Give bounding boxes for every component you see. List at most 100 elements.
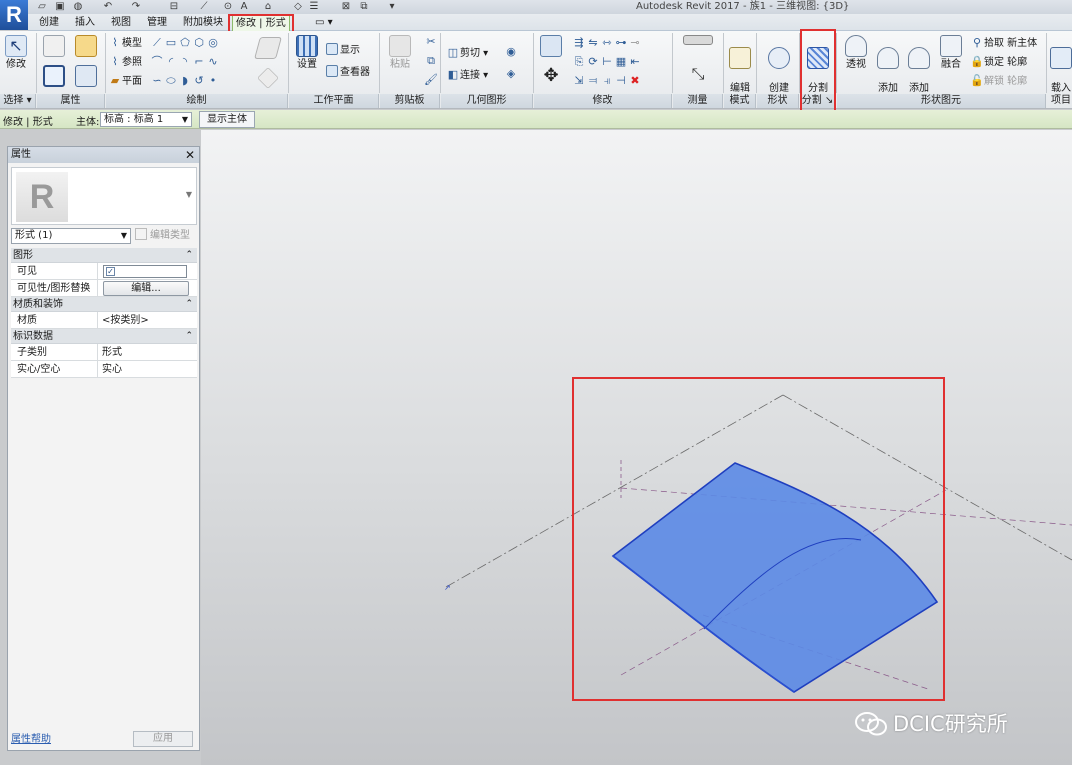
fillet-arc-icon[interactable]: ⌐ (192, 54, 206, 69)
tab-insert[interactable]: 插入 (72, 14, 98, 31)
spline-icon[interactable]: ∿ (206, 54, 220, 69)
show-host-button[interactable]: 显示主体 (199, 111, 255, 128)
redo-icon[interactable]: ↷ (130, 1, 142, 13)
close-hidden-icon[interactable]: ⊠ (340, 1, 352, 13)
tab-addins[interactable]: 附加模块 (180, 14, 226, 31)
modify-tools-row-1[interactable]: ⇶ ⇋ ⇿ ⊶ ⊸ (572, 35, 642, 50)
workplane-viewer-button[interactable]: 查看器 (326, 65, 370, 80)
match-properties-icon[interactable]: 🖌 (424, 73, 438, 86)
trim-extend-icon[interactable]: ⫤ (586, 73, 600, 88)
center-arc-icon[interactable]: ◜ (164, 54, 178, 69)
copy-icon[interactable]: ⧉ (424, 54, 438, 68)
tab-view[interactable]: 视图 (108, 14, 134, 31)
align-button[interactable] (538, 35, 564, 59)
split-element-icon[interactable]: ⊶ (614, 35, 628, 50)
family-types-button[interactable] (40, 35, 68, 63)
move-button[interactable]: ✥ (538, 65, 564, 89)
properties-button[interactable] (40, 65, 68, 93)
lock-profile-button[interactable]: 🔒锁定 轮廓 (970, 54, 1027, 69)
type-properties-button[interactable] (72, 65, 100, 93)
modify-button[interactable]: ↖ 修改 (2, 35, 30, 71)
mirror-axis-icon[interactable]: ⇋ (586, 35, 600, 50)
section-icon[interactable]: ◇ (292, 1, 304, 13)
trim-multiple-icon[interactable]: ⫣ (600, 73, 614, 88)
partial-ellipse-icon[interactable]: ◗ (178, 73, 192, 88)
load-into-project-button[interactable]: 载入 项目 (1048, 35, 1072, 107)
draw-tools-row-1[interactable]: ⟋ ▭ ⬠ ⬡ ◎ (150, 35, 220, 50)
modify-tools-row-3[interactable]: ⇲ ⫤ ⫣ ⊣ ✖ (572, 73, 642, 88)
set-workplane-button[interactable]: 设置 (293, 35, 321, 71)
mirror-draw-icon[interactable]: ⇿ (600, 35, 614, 50)
draw-tools-row-3[interactable]: ∽ ⬭ ◗ ↺ • (150, 73, 220, 88)
text-icon[interactable]: A (238, 1, 250, 13)
paint-icon[interactable]: ◈ (504, 67, 518, 80)
polygon-icon[interactable]: ⬠ (178, 35, 192, 50)
pin-icon[interactable]: ⊸ (628, 35, 642, 50)
array-icon[interactable]: ▦ (614, 54, 628, 69)
3d-view-icon[interactable]: ⌂ (262, 1, 274, 13)
circumscribed-polygon-icon[interactable]: ⬡ (192, 35, 206, 50)
family-category-button[interactable] (72, 35, 100, 63)
tangent-arc-icon[interactable]: ◝ (178, 54, 192, 69)
group-graphics[interactable]: 图形 ⌃ (11, 248, 197, 263)
tag-icon[interactable]: ⊙ (222, 1, 234, 13)
visible-checkbox[interactable]: ✓ (103, 265, 187, 278)
switch-windows-icon[interactable]: ⧉ (358, 1, 370, 13)
measure-icon[interactable]: ⟋ (198, 1, 210, 13)
pick-face-button[interactable] (254, 37, 282, 61)
group-identity-data[interactable]: 标识数据 ⌃ (11, 329, 197, 344)
draw-plane-button[interactable]: ▰ 平面 (108, 73, 142, 88)
paste-button[interactable]: 粘贴 (385, 35, 415, 71)
delete-icon[interactable]: ✖ (628, 73, 642, 88)
type-selector-preview[interactable]: R ▼ (11, 167, 197, 225)
edit-type-button[interactable]: 编辑类型 (135, 228, 197, 244)
blend-button[interactable]: 融合 (937, 35, 965, 71)
customize-qat-icon[interactable]: ▾ (386, 1, 398, 13)
rotate-icon[interactable]: ⟳ (586, 54, 600, 69)
scale-icon[interactable]: ⇲ (572, 73, 586, 88)
properties-help-link[interactable]: 属性帮助 (11, 730, 51, 745)
xray-button[interactable]: 透视 (842, 35, 870, 71)
chevron-down-icon[interactable]: ▼ (186, 190, 192, 199)
tab-contextual-dropdown[interactable]: ▭ ▾ (312, 14, 336, 31)
split-gap-icon[interactable]: ⊣ (614, 73, 628, 88)
circle-icon[interactable]: ◎ (206, 35, 220, 50)
tab-create[interactable]: 创建 (36, 14, 62, 31)
offset-icon[interactable]: ⇶ (572, 35, 586, 50)
solid-void-value[interactable]: 实心 (100, 361, 187, 378)
open-icon[interactable]: ▱ (36, 1, 48, 13)
measure-button[interactable] (678, 35, 718, 47)
save-icon[interactable]: ▣ (54, 1, 66, 13)
arc-icon[interactable]: ⌒ (150, 54, 164, 69)
material-value[interactable]: <按类别> (100, 312, 187, 329)
unlock-profile-button[interactable]: 🔓解锁 轮廓 (970, 73, 1027, 88)
copy-element-icon[interactable]: ⎘ (572, 54, 586, 69)
subcategory-value[interactable]: 形式 (100, 344, 187, 361)
undo-icon[interactable]: ↶ (102, 1, 114, 13)
split-face-icon[interactable]: ◉ (504, 45, 518, 58)
rectangle-icon[interactable]: ▭ (164, 35, 178, 50)
pick-new-host-button[interactable]: ⚲ 拾取 新主体 (970, 35, 1037, 50)
dimension-button[interactable]: ⤡ (678, 63, 718, 87)
host-level-select[interactable]: 标高 : 标高 1 ▼ (100, 112, 192, 127)
sync-icon[interactable]: ◍ (72, 1, 84, 13)
draw-tools-row-2[interactable]: ⌒ ◜ ◝ ⌐ ∿ (150, 54, 220, 69)
pick-surface-button[interactable] (254, 67, 282, 91)
modify-tools-row-2[interactable]: ⎘ ⟳ ⊢ ▦ ⇤ (572, 54, 642, 69)
cut-icon[interactable]: ✂ (424, 35, 438, 48)
point-element-icon[interactable]: ↺ (192, 73, 206, 88)
print-icon[interactable]: ⊟ (168, 1, 180, 13)
ellipse-icon[interactable]: ⬭ (164, 73, 178, 88)
cut-geometry-button[interactable]: ◫ 剪切 ▾ (446, 45, 488, 60)
instance-filter-select[interactable]: 形式 (1) ▼ (11, 228, 131, 244)
unpin-icon[interactable]: ⇤ (628, 54, 642, 69)
join-geometry-button[interactable]: ◧ 连接 ▾ (446, 67, 488, 82)
draw-model-button[interactable]: ⌇ 模型 (108, 35, 142, 50)
show-workplane-button[interactable]: 显示 (326, 43, 360, 58)
edit-visibility-button[interactable]: 编辑... (103, 281, 189, 296)
trim-icon[interactable]: ⊢ (600, 54, 614, 69)
tab-manage[interactable]: 管理 (144, 14, 170, 31)
apply-button[interactable]: 应用 (133, 731, 193, 747)
application-menu-button[interactable]: R (0, 0, 28, 30)
group-materials-finishes[interactable]: 材质和装饰 ⌃ (11, 297, 197, 312)
